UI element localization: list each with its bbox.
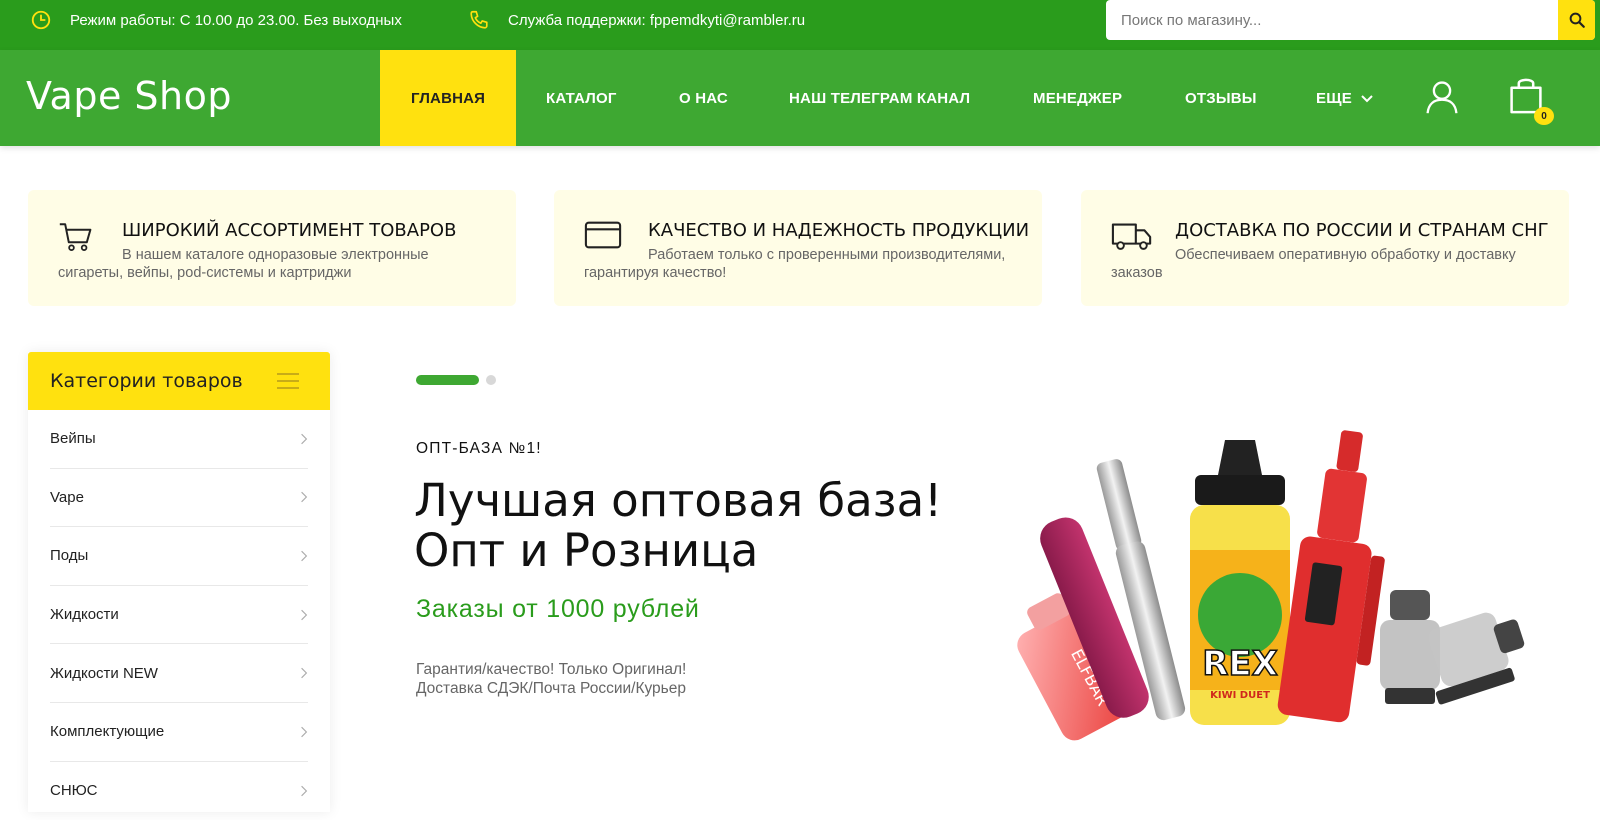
feature-text: Обеспечиваем оперативную обработку и дос… [1111, 247, 1516, 281]
category-vapes[interactable]: Вейпы [50, 410, 308, 469]
categories-sidebar: Категории товаров Вейпы Vape Поды Жидкос… [28, 352, 330, 812]
category-label: СНЮС [50, 782, 98, 800]
category-snus[interactable]: СНЮС [50, 762, 308, 820]
nav-about[interactable]: О нас [679, 50, 728, 146]
slider-pagination [416, 375, 496, 385]
category-label: Комплектующие [50, 723, 165, 741]
category-components[interactable]: Комплектующие [50, 703, 308, 762]
categories-header[interactable]: Категории товаров [28, 352, 330, 410]
chevron-right-icon [301, 726, 308, 737]
support-contact: Служба поддержки: fppemdkyti@rambler.ru [468, 0, 805, 40]
nav-more-dropdown[interactable]: Еще [1316, 50, 1374, 146]
chevron-right-icon [301, 550, 308, 562]
category-liquids[interactable]: Жидкости [50, 586, 308, 645]
category-vape[interactable]: Vape [50, 469, 308, 528]
categories-title: Категории товаров [50, 370, 243, 392]
hero-desc-line: Гарантия/качество! Только Оригинал! [416, 661, 687, 678]
feature-title: Качество и надежность продукции [648, 220, 1030, 241]
hamburger-menu-icon[interactable] [276, 371, 300, 391]
category-label: Vape [50, 488, 84, 506]
tank-atomizer-image [1380, 590, 1525, 705]
working-hours-text: Режим работы: С 10.00 до 23.00. Без выхо… [70, 11, 402, 29]
user-account-icon[interactable] [1424, 76, 1460, 118]
chevron-right-icon [301, 609, 308, 620]
category-label: Жидкости [50, 606, 119, 624]
feature-card-delivery: Доставка по России и странам СНГ Обеспеч… [1081, 190, 1569, 306]
chevron-right-icon [301, 785, 308, 797]
feature-text: В нашем каталоге одноразовые электронные… [58, 247, 429, 281]
slider-dot-active[interactable] [416, 375, 479, 385]
nav-catalog[interactable]: Каталог [546, 50, 617, 146]
nav-manager[interactable]: Менеджер [1033, 50, 1122, 146]
chevron-down-icon [1361, 95, 1373, 103]
support-email-link[interactable]: Служба поддержки: fppemdkyti@rambler.ru [508, 12, 805, 29]
hero-subtitle: Заказы от 1000 рублей [416, 595, 700, 623]
nav-home[interactable]: Главная [380, 50, 517, 146]
hero-title: Лучшая оптовая база! Опт и Розница [414, 476, 974, 576]
working-hours: Режим работы: С 10.00 до 23.00. Без выхо… [30, 0, 402, 40]
chevron-right-icon [301, 492, 308, 503]
category-label: Вейпы [50, 430, 96, 448]
hero-description: Гарантия/качество! Только Оригинал! Дост… [416, 660, 686, 698]
nav-reviews[interactable]: Отзывы [1185, 50, 1257, 146]
category-pods[interactable]: Поды [50, 527, 308, 586]
category-label: Поды [50, 547, 89, 565]
nav-more-label: Еще [1316, 89, 1352, 107]
hero-desc-line: Доставка СДЭК/Почта России/Курьер [416, 680, 686, 697]
hero-products-image: ELFBAR REX KIWI DUET [1017, 430, 1525, 741]
feature-text: Работаем только с проверенными производи… [584, 247, 1006, 281]
feature-card-assortment: Широкий ассортимент товаров В нашем ката… [28, 190, 516, 306]
chevron-right-icon [301, 667, 308, 679]
search-icon [1569, 12, 1585, 28]
cart-count-badge: 0 [1534, 107, 1554, 125]
chevron-right-icon [301, 433, 308, 444]
nav-telegram[interactable]: Наш телеграм канал [789, 50, 970, 146]
phone-icon [470, 10, 488, 29]
search-input[interactable] [1106, 0, 1558, 40]
hero-title-line: Опт и Розница [414, 524, 759, 577]
clock-icon [31, 10, 51, 30]
feature-card-quality: Качество и надежность продукции Работаем… [554, 190, 1042, 306]
hero-title-line: Лучшая оптовая база! [414, 474, 943, 527]
search-button[interactable] [1558, 0, 1595, 40]
search-bar [1106, 0, 1595, 40]
category-liquids-new[interactable]: Жидкости NEW [50, 644, 308, 703]
category-label: Жидкости NEW [50, 664, 158, 682]
site-logo[interactable]: Vape Shop [26, 74, 232, 118]
top-bar: Режим работы: С 10.00 до 23.00. Без выхо… [0, 0, 1600, 50]
feature-title: Широкий ассортимент товаров [122, 220, 457, 241]
feature-title: Доставка по России и странам СНГ [1175, 220, 1549, 241]
slider-dot[interactable] [486, 375, 496, 385]
hero-kicker: ОПТ-БАЗА №1! [416, 440, 542, 457]
liquid-bottle-image: REX KIWI DUET [1190, 440, 1290, 725]
bottle-flavor-label: KIWI DUET [1210, 690, 1270, 701]
main-navbar: Vape Shop Главная Каталог О нас Наш теле… [0, 50, 1600, 146]
bottle-brand-label: REX [1202, 644, 1278, 684]
